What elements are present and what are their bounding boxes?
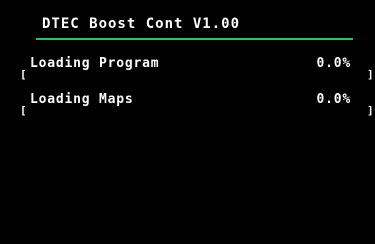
loading-program-label: Loading Program bbox=[30, 56, 160, 71]
right-bracket: ] bbox=[367, 104, 374, 117]
boost-controller-screen: DTEC Boost Cont V1.00 [ Loading Program … bbox=[0, 0, 375, 244]
loading-maps-label: Loading Maps bbox=[30, 92, 134, 107]
left-bracket: [ bbox=[20, 104, 27, 117]
loading-maps-row: [ Loading Maps 0.0% ] bbox=[0, 92, 375, 120]
right-bracket: ] bbox=[367, 68, 374, 81]
loading-program-row: [ Loading Program 0.0% ] bbox=[0, 56, 375, 84]
loading-program-percentage: 0.0% bbox=[316, 56, 351, 71]
screen-title: DTEC Boost Cont V1.00 bbox=[42, 16, 241, 32]
left-bracket: [ bbox=[20, 68, 27, 81]
title-underline bbox=[36, 38, 353, 40]
loading-maps-percentage: 0.0% bbox=[316, 92, 351, 107]
